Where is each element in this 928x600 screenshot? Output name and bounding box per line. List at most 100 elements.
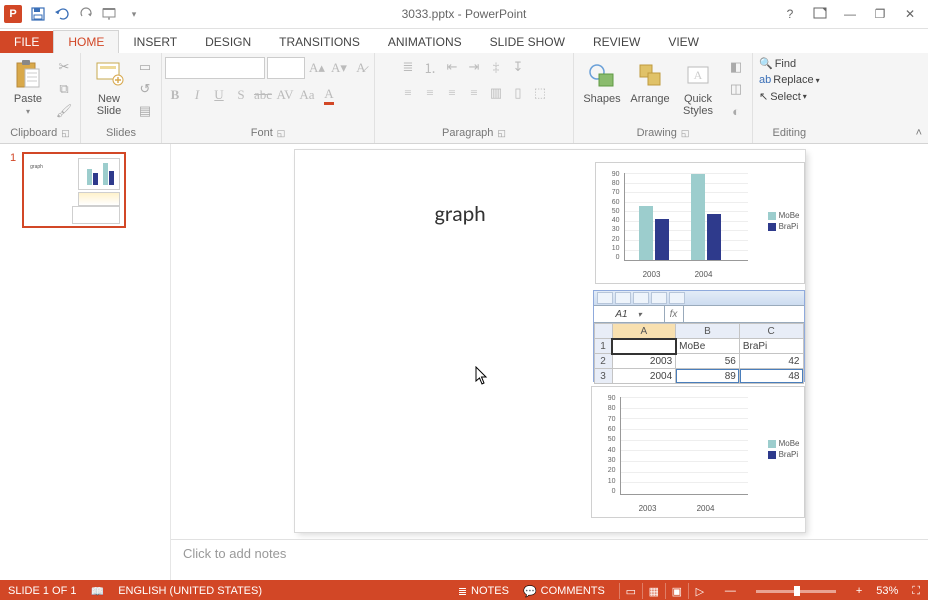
shapes-button[interactable]: Shapes: [580, 57, 624, 105]
numbering-icon[interactable]: ⒈: [420, 57, 440, 77]
collapse-ribbon-icon[interactable]: ˄: [916, 127, 922, 139]
paste-button[interactable]: Paste ▾: [6, 57, 50, 116]
select-all-cell[interactable]: [594, 324, 612, 339]
layout-icon[interactable]: ▭: [135, 57, 155, 77]
notes-pane[interactable]: Click to add notes: [171, 539, 928, 580]
slide-thumbnail-1[interactable]: 1 graph: [10, 152, 160, 228]
comments-button[interactable]: 💬COMMENTS: [523, 585, 605, 598]
cell-b1[interactable]: MoBe: [676, 339, 740, 354]
paragraph-launcher-icon[interactable]: ◱: [497, 128, 506, 139]
font-launcher-icon[interactable]: ◱: [277, 128, 286, 139]
cell-c2[interactable]: 42: [739, 354, 803, 369]
notes-button[interactable]: ≣NOTES: [458, 585, 509, 598]
grow-font-icon[interactable]: A▴: [307, 58, 327, 78]
format-painter-icon[interactable]: 🖌: [54, 101, 74, 121]
start-slideshow-icon[interactable]: [98, 2, 122, 26]
shrink-font-icon[interactable]: A▾: [329, 58, 349, 78]
tab-slideshow[interactable]: SLIDE SHOW: [476, 31, 579, 53]
sheet-tb-icon[interactable]: [597, 292, 613, 304]
minimize-icon[interactable]: —: [842, 7, 858, 22]
zoom-thumb[interactable]: [794, 586, 800, 596]
drawing-launcher-icon[interactable]: ◱: [681, 128, 690, 139]
cell-a3[interactable]: 2004: [612, 369, 676, 384]
zoom-level[interactable]: 53%: [876, 585, 898, 597]
fx-icon[interactable]: fx: [665, 306, 684, 322]
text-direction-icon[interactable]: ↧: [508, 57, 528, 77]
justify-icon[interactable]: ≡: [464, 83, 484, 103]
align-center-icon[interactable]: ≡: [420, 83, 440, 103]
clipboard-launcher-icon[interactable]: ◱: [61, 128, 70, 139]
qat-customize-icon[interactable]: ▾: [122, 2, 146, 26]
bold-icon[interactable]: B: [165, 85, 185, 105]
ribbon-display-options-icon[interactable]: [812, 7, 828, 22]
copy-icon[interactable]: ⧉: [54, 79, 74, 99]
cut-icon[interactable]: ✂: [54, 57, 74, 77]
sheet-tb-icon[interactable]: [615, 292, 631, 304]
shadow-icon[interactable]: S: [231, 85, 251, 105]
reset-icon[interactable]: ↺: [135, 79, 155, 99]
columns-icon[interactable]: ▥: [486, 83, 506, 103]
fit-to-window-icon[interactable]: ⛶: [912, 585, 920, 598]
font-size-combo[interactable]: [267, 57, 305, 79]
col-header-a[interactable]: A: [612, 324, 676, 339]
bullets-icon[interactable]: ≣: [398, 57, 418, 77]
slide-area[interactable]: graph 9080706050403020100 2003 2004: [171, 144, 928, 539]
font-family-combo[interactable]: [165, 57, 265, 79]
cell-c1[interactable]: BraPi: [739, 339, 803, 354]
status-slide-indicator[interactable]: SLIDE 1 OF 1: [8, 585, 76, 597]
arrange-button[interactable]: Arrange: [628, 57, 672, 105]
sheet-grid[interactable]: A B C 1 MoBe BraPi 2 2003 56 42 3: [594, 323, 804, 384]
embedded-chart-2[interactable]: 9080706050403020100 2003 2004 MoBe BraPi: [591, 386, 805, 518]
align-left-icon[interactable]: ≡: [398, 83, 418, 103]
sorter-view-icon[interactable]: ▦: [642, 583, 665, 599]
normal-view-icon[interactable]: ▭: [619, 583, 642, 599]
restore-icon[interactable]: ❐: [872, 7, 888, 22]
tab-view[interactable]: VIEW: [654, 31, 713, 53]
col-header-b[interactable]: B: [676, 324, 740, 339]
increase-indent-icon[interactable]: ⇥: [464, 57, 484, 77]
select-button[interactable]: ↖Select▾: [759, 90, 820, 103]
close-icon[interactable]: ✕: [902, 7, 918, 22]
align-text-icon[interactable]: ▯: [508, 83, 528, 103]
quick-styles-button[interactable]: A Quick Styles: [676, 57, 720, 117]
shape-fill-icon[interactable]: ◧: [726, 57, 746, 77]
zoom-slider[interactable]: [756, 590, 836, 593]
slide-canvas[interactable]: graph 9080706050403020100 2003 2004: [295, 150, 805, 532]
shape-outline-icon[interactable]: ◫: [726, 79, 746, 99]
cell-b3[interactable]: 89: [676, 369, 740, 384]
char-spacing-icon[interactable]: AV: [275, 85, 295, 105]
align-right-icon[interactable]: ≡: [442, 83, 462, 103]
shape-effects-icon[interactable]: ◐: [726, 101, 746, 121]
tab-home[interactable]: HOME: [53, 30, 119, 54]
tab-insert[interactable]: INSERT: [119, 31, 191, 53]
spell-check-icon[interactable]: 📖: [90, 585, 104, 598]
cell-b2[interactable]: 56: [676, 354, 740, 369]
sheet-tb-icon[interactable]: [651, 292, 667, 304]
italic-icon[interactable]: I: [187, 85, 207, 105]
slideshow-view-icon[interactable]: ▷: [688, 583, 711, 599]
line-spacing-icon[interactable]: ‡: [486, 57, 506, 77]
help-icon[interactable]: ?: [782, 7, 798, 22]
find-button[interactable]: 🔍Find: [759, 57, 820, 70]
tab-file[interactable]: FILE: [0, 31, 53, 53]
tab-review[interactable]: REVIEW: [579, 31, 654, 53]
cell-a2[interactable]: 2003: [612, 354, 676, 369]
tab-design[interactable]: DESIGN: [191, 31, 265, 53]
embedded-spreadsheet[interactable]: A1▾ fx A B C 1 MoBe: [593, 290, 805, 382]
row-header-3[interactable]: 3: [594, 369, 612, 384]
reading-view-icon[interactable]: ▣: [665, 583, 688, 599]
col-header-c[interactable]: C: [739, 324, 803, 339]
zoom-in-icon[interactable]: +: [856, 585, 862, 597]
sheet-tb-icon[interactable]: [633, 292, 649, 304]
smartart-icon[interactable]: ⬚: [530, 83, 550, 103]
clear-formatting-icon[interactable]: A̷: [351, 58, 371, 78]
zoom-out-icon[interactable]: —: [725, 585, 736, 597]
slide-title-text[interactable]: graph: [435, 200, 486, 227]
tab-transitions[interactable]: TRANSITIONS: [265, 31, 374, 53]
new-slide-button[interactable]: New Slide: [87, 57, 131, 117]
sheet-tb-icon[interactable]: [669, 292, 685, 304]
strikethrough-icon[interactable]: abc: [253, 85, 273, 105]
decrease-indent-icon[interactable]: ⇤: [442, 57, 462, 77]
row-header-1[interactable]: 1: [594, 339, 612, 354]
name-box[interactable]: A1▾: [594, 306, 665, 322]
